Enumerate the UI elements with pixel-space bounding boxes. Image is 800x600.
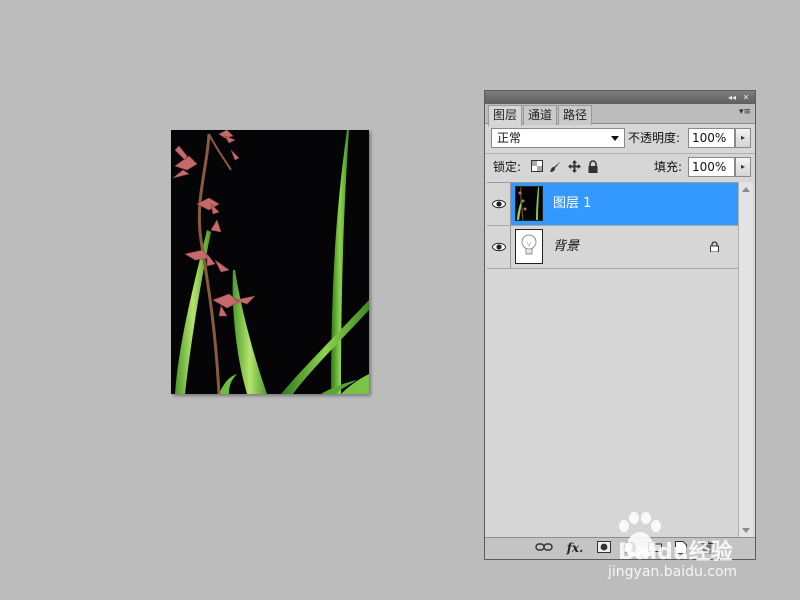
tab-layers[interactable]: 图层: [488, 105, 523, 126]
panel-titlebar[interactable]: ◂◂ ✕: [485, 91, 755, 104]
layer-lock-icon: [709, 241, 720, 253]
lock-position-icon[interactable]: [567, 160, 581, 174]
fill-slider-button[interactable]: ▸: [735, 157, 751, 177]
visibility-toggle[interactable]: [487, 226, 511, 268]
lightbulb-icon: [516, 230, 542, 263]
visibility-toggle[interactable]: [487, 183, 511, 225]
layer-name[interactable]: 背景: [553, 226, 579, 268]
orchid-photo: [171, 130, 369, 394]
eye-icon: [491, 199, 506, 209]
lock-all-icon[interactable]: [586, 160, 600, 174]
fx-icon[interactable]: fx.: [565, 541, 585, 556]
layer-name[interactable]: 图层 1: [553, 183, 591, 225]
layers-scrollbar[interactable]: [738, 182, 753, 538]
layer-thumbnail: [515, 229, 543, 264]
divider: [485, 153, 755, 154]
link-icon[interactable]: [534, 541, 554, 556]
panel-menu-icon[interactable]: ▾≡: [739, 107, 751, 117]
chevron-down-icon: [611, 136, 619, 141]
layer-row-layer1[interactable]: 图层 1: [487, 183, 738, 226]
close-panel-icon[interactable]: ✕: [739, 91, 753, 104]
fill-label: 填充:: [654, 160, 683, 174]
tab-paths[interactable]: 路径: [558, 105, 593, 125]
collapse-panel-icon[interactable]: ◂◂: [725, 91, 739, 104]
watermark-brand: Baidu经验: [618, 540, 733, 565]
layer-row-background[interactable]: 背景: [487, 226, 738, 269]
layers-list: 图层 1 背景: [487, 182, 738, 539]
opacity-input[interactable]: 100%: [688, 128, 735, 148]
lock-image-pixels-icon[interactable]: [548, 160, 562, 174]
fill-input[interactable]: 100%: [688, 157, 735, 177]
document-canvas[interactable]: [171, 130, 369, 394]
tab-channels[interactable]: 通道: [523, 105, 558, 125]
baidu-watermark: Baidu经验 jingyan.baidu.com: [604, 512, 794, 592]
eye-icon: [491, 242, 506, 252]
opacity-slider-button[interactable]: ▸: [735, 128, 751, 148]
scroll-up-icon[interactable]: [742, 187, 750, 192]
lock-transparent-pixels-icon[interactable]: [530, 160, 544, 174]
layers-panel: ◂◂ ✕ 图层 通道 路径 ▾≡ 正常 不透明度: 100% ▸ 锁定: 填充:…: [484, 90, 756, 560]
lock-label: 锁定:: [493, 160, 522, 174]
opacity-label: 不透明度:: [628, 131, 681, 145]
layer-thumbnail: [515, 186, 543, 221]
blend-opacity-row: 正常 不透明度: 100% ▸: [489, 128, 751, 150]
panel-tabbar: 图层 通道 路径 ▾≡: [485, 104, 755, 126]
watermark-url: jingyan.baidu.com: [608, 564, 738, 580]
blend-mode-value: 正常: [497, 131, 522, 145]
blend-mode-select[interactable]: 正常: [491, 128, 625, 148]
